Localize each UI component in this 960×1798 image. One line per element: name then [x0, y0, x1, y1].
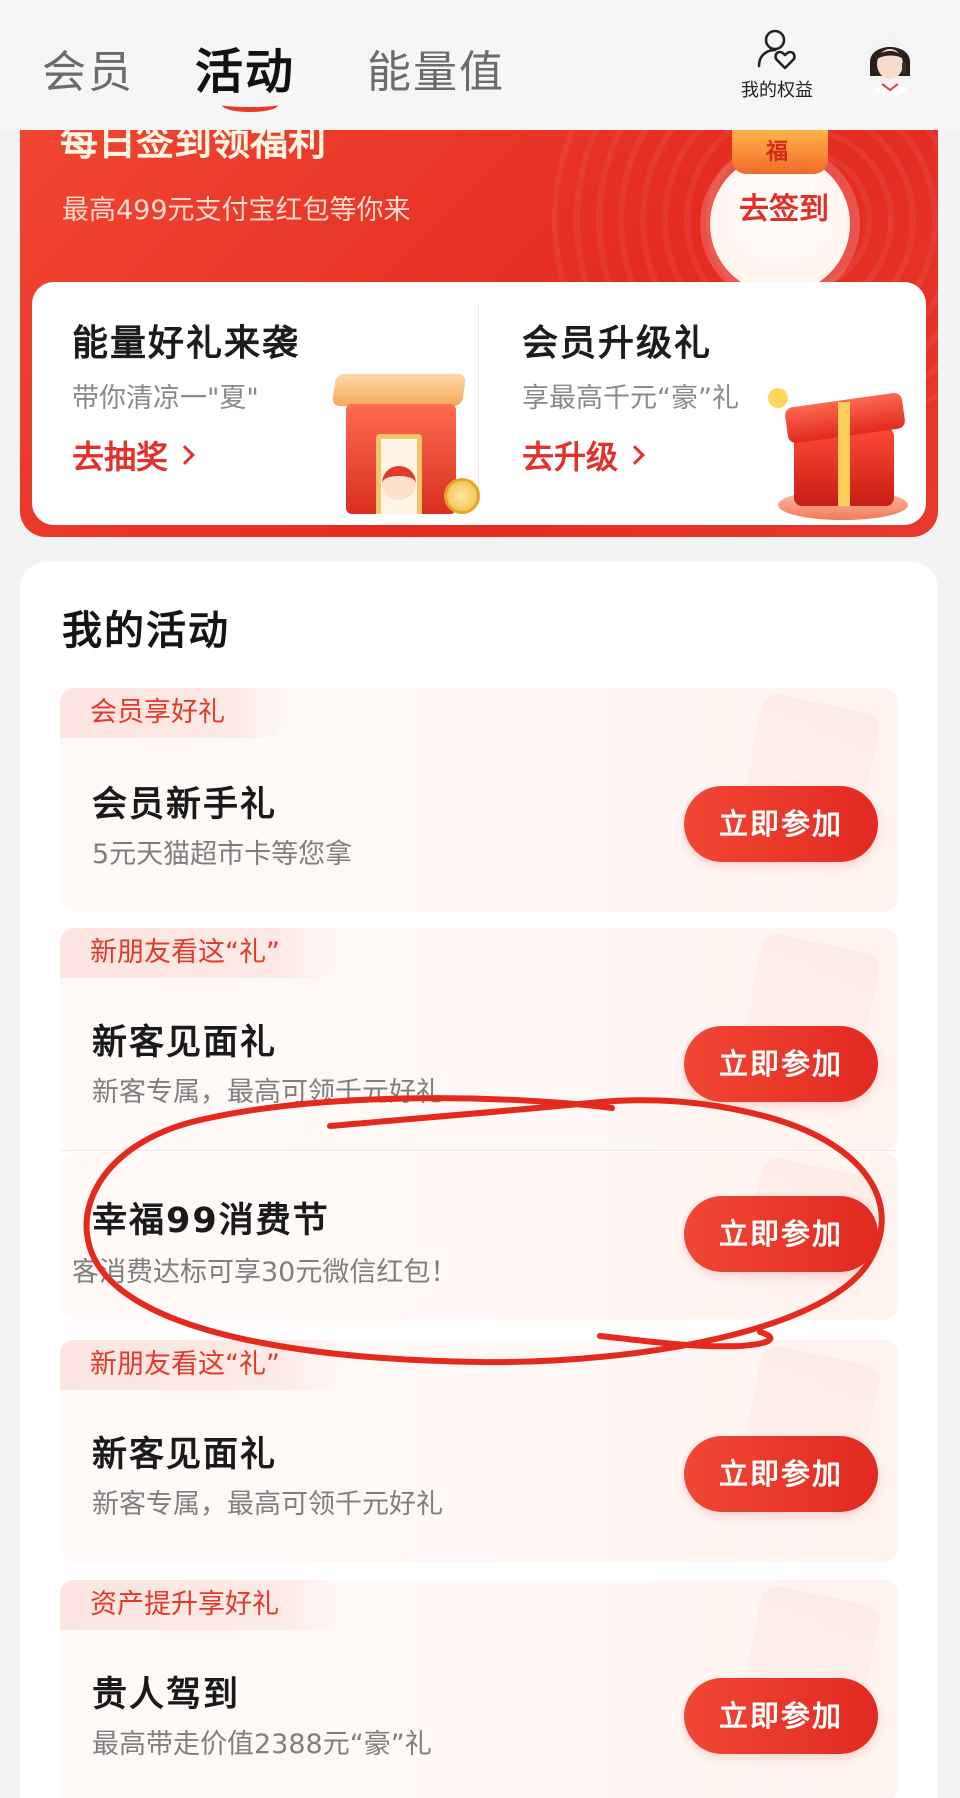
- user-heart-icon: [757, 29, 796, 70]
- promo-banner: 每日签到领福利 最高499元支付宝红包等你来 福 去签到 能量好礼来袭 带你清凉…: [20, 130, 938, 537]
- join-button[interactable]: 立即参加: [684, 1026, 878, 1102]
- divider: [60, 1150, 898, 1151]
- join-button[interactable]: 立即参加: [684, 1436, 878, 1512]
- upgrade-gift-subtitle: 享最高千元“豪”礼: [522, 383, 739, 414]
- upgrade-link[interactable]: 去升级: [522, 432, 645, 478]
- activity-name: 新客见面礼: [92, 1023, 278, 1063]
- top-header: 会员 活动 能量值 我的权益: [0, 0, 960, 130]
- active-tab-indicator: [222, 98, 278, 112]
- activity-name: 会员新手礼: [92, 785, 278, 825]
- activity-tag: 新朋友看这“礼”: [60, 1340, 340, 1390]
- join-button[interactable]: 立即参加: [684, 786, 878, 862]
- chevron-right-icon: [625, 445, 645, 465]
- banner-title: 每日签到领福利: [60, 130, 327, 164]
- activity-tag: 新朋友看这“礼”: [60, 928, 340, 978]
- tab-energy[interactable]: 能量值: [367, 36, 505, 100]
- section-title: 我的活动: [62, 608, 230, 654]
- upgrade-link-label: 去升级: [522, 438, 619, 476]
- gift-char: 福: [766, 140, 789, 165]
- activity-desc: 最高带走价值2388元“豪”礼: [92, 1729, 432, 1760]
- treasure-box-icon: [768, 378, 918, 525]
- tab-member[interactable]: 会员: [42, 36, 134, 100]
- red-envelope-icon: 福: [732, 130, 828, 174]
- my-rights-button[interactable]: 我的权益: [732, 26, 822, 102]
- join-button[interactable]: 立即参加: [684, 1678, 878, 1754]
- lottery-link-label: 去抽奖: [72, 438, 169, 476]
- tab-activity[interactable]: 活动: [195, 32, 295, 102]
- activity-desc: 新客专属，最高可领千元好礼: [92, 1077, 443, 1108]
- activity-tag: 会员享好礼: [60, 688, 285, 738]
- divider: [478, 304, 479, 504]
- activity-name: 新客见面礼: [92, 1435, 278, 1475]
- my-rights-label: 我的权益: [741, 80, 813, 101]
- energy-gift-title: 能量好礼来袭: [72, 323, 301, 364]
- join-button[interactable]: 立即参加: [684, 1196, 878, 1272]
- gift-panel: 能量好礼来袭 带你清凉一"夏" 去抽奖 会员升级礼 享最高千元“豪”礼 去升级: [32, 282, 926, 525]
- upgrade-gift-title: 会员升级礼: [522, 323, 713, 364]
- lottery-link[interactable]: 去抽奖: [72, 432, 195, 478]
- my-activities-panel: 我的活动 会员享好礼 会员新手礼 5元天猫超市卡等您拿 立即参加 新朋友看这“礼…: [20, 562, 938, 1798]
- energy-gift-subtitle: 带你清凉一"夏": [72, 383, 259, 414]
- avatar[interactable]: [862, 32, 918, 96]
- checkin-button[interactable]: 去签到: [734, 184, 834, 228]
- chevron-right-icon: [175, 445, 195, 465]
- activity-name: 幸福99消费节: [92, 1201, 330, 1241]
- activity-desc: 新客专属，最高可领千元好礼: [92, 1489, 443, 1520]
- activity-desc: 客消费达标可享30元微信红包！: [72, 1257, 458, 1288]
- avatar-icon: [862, 32, 918, 96]
- activity-desc: 5元天猫超市卡等您拿: [92, 839, 353, 870]
- banner-subtitle: 最高499元支付宝红包等你来: [62, 195, 411, 226]
- gift-house-icon: [328, 374, 480, 519]
- activity-tag: 资产提升享好礼: [60, 1580, 339, 1630]
- activity-name: 贵人驾到: [92, 1675, 241, 1715]
